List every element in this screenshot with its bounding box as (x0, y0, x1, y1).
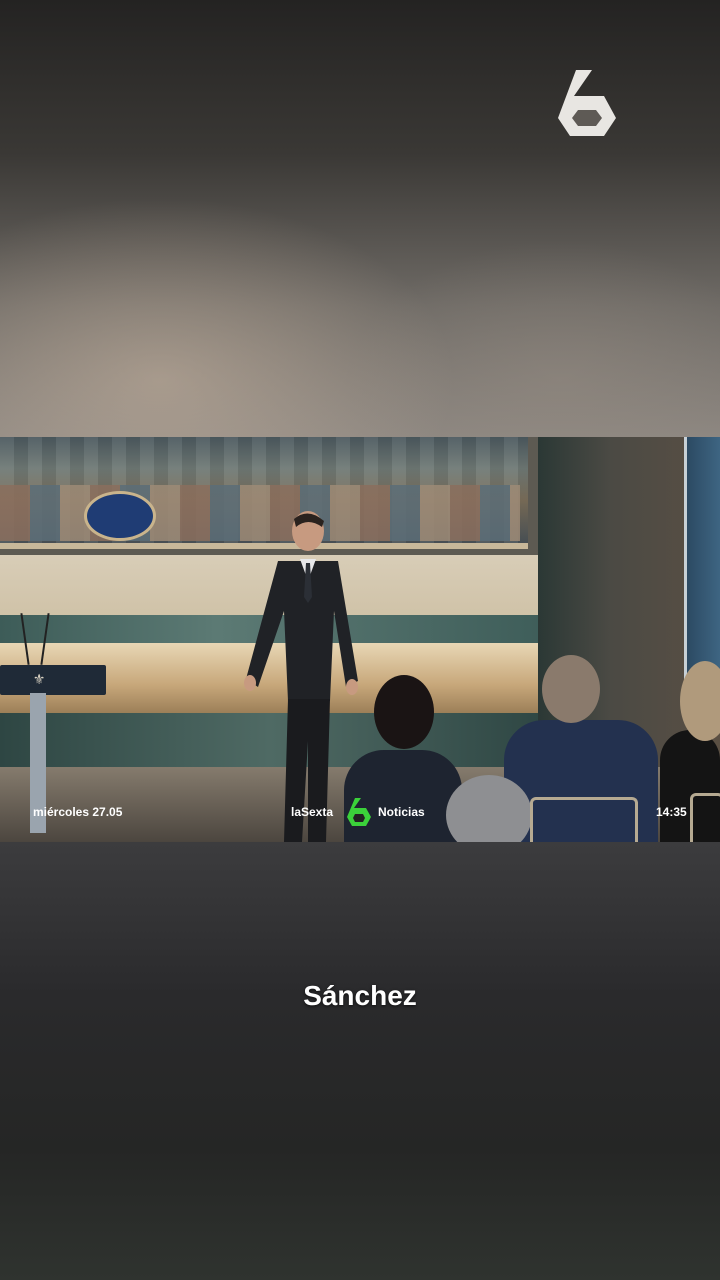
audience-head (542, 655, 600, 723)
blurred-background-bottom (0, 842, 720, 1280)
audience-member (344, 750, 462, 842)
channel-name: laSexta (291, 805, 334, 819)
blurred-background-top (0, 0, 720, 437)
broadcast-date: miércoles 27.05 (33, 805, 123, 819)
coat-of-arms-icon: ⚜ (32, 671, 46, 687)
video-player[interactable]: ⚜ miércoles 27.05 laSexta Noticias 14:35 (0, 437, 720, 842)
audience-head (374, 675, 434, 749)
lasexta-six-logo-icon (558, 70, 616, 136)
lasexta-six-green-icon (347, 798, 371, 826)
subtitle-caption: Sánchez (303, 980, 417, 1011)
section-name: Noticias (378, 805, 425, 819)
broadcast-time: 14:35 (656, 805, 687, 819)
lower-third-bar: miércoles 27.05 laSexta Noticias 14:35 (0, 797, 720, 827)
tapestry-emblem (84, 491, 156, 541)
podium (0, 665, 106, 695)
